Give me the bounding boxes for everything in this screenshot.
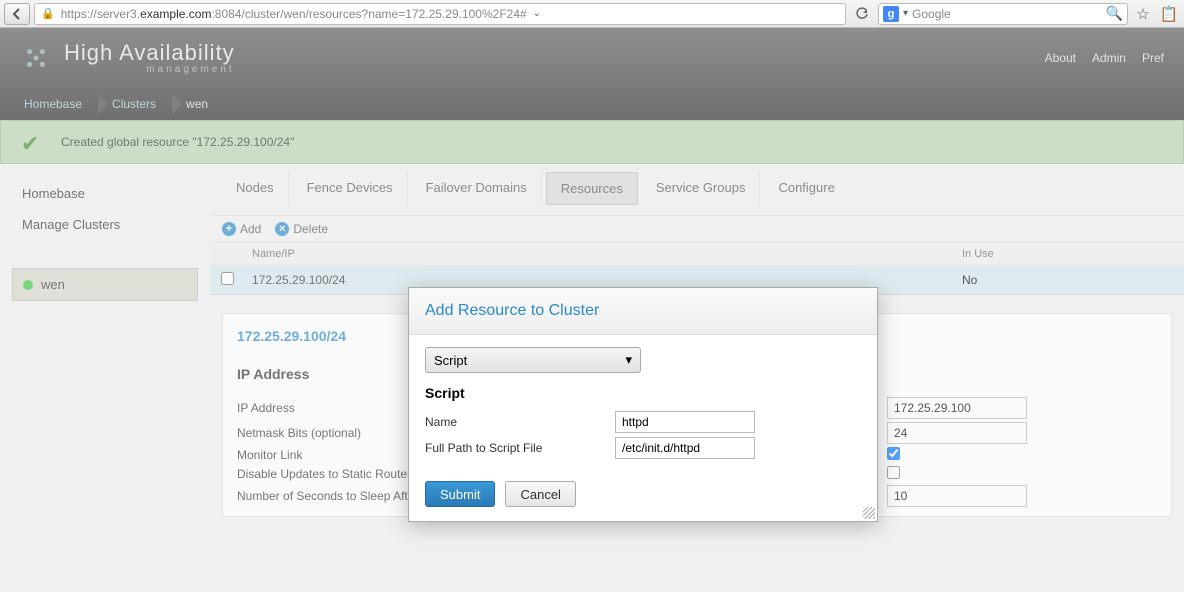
bookmark-icon[interactable]: ☆ xyxy=(1132,3,1154,25)
app-root: High Availability management About Admin… xyxy=(0,28,1184,592)
col-checkbox xyxy=(210,243,244,265)
google-badge-icon: g xyxy=(883,6,899,22)
crumb-current[interactable]: wen xyxy=(174,88,226,120)
x-icon: × xyxy=(275,222,289,236)
status-dot-icon xyxy=(23,280,33,290)
notice-bar: ✔ Created global resource "172.25.29.100… xyxy=(0,120,1184,164)
search-placeholder: Google xyxy=(912,7,1102,21)
input-script-path[interactable] xyxy=(615,437,755,459)
add-label: Add xyxy=(240,222,261,236)
col-inuse[interactable]: In Use xyxy=(954,243,1184,265)
resource-table-header: Name/IP In Use xyxy=(210,242,1184,266)
crumb-clusters[interactable]: Clusters xyxy=(100,88,174,120)
url-bar[interactable]: 🔒 https://server3.example.com:8084/clust… xyxy=(34,3,846,25)
url-suffix: :8084/cluster/wen/resources?name=172.25.… xyxy=(211,7,526,21)
chevron-down-icon[interactable]: ⌄ xyxy=(533,8,541,19)
sidebar-item-cluster-selected[interactable]: wen xyxy=(12,268,198,301)
header-links: About Admin Pref xyxy=(1045,51,1164,65)
checkbox-disable[interactable] xyxy=(887,466,900,479)
app-title: High Availability xyxy=(64,42,235,64)
arrow-left-icon xyxy=(10,7,24,21)
resource-toolbar: + Add × Delete xyxy=(210,216,1184,242)
lock-icon: 🔒 xyxy=(41,7,55,20)
check-icon: ✔ xyxy=(21,131,49,153)
resize-grip[interactable] xyxy=(863,507,875,519)
clipboard-icon[interactable]: 📋 xyxy=(1158,3,1180,25)
label-script-name: Name xyxy=(425,415,615,429)
url-prefix: https://server3. xyxy=(61,7,140,21)
header-link-about[interactable]: About xyxy=(1045,51,1076,65)
modal-footer: Submit Cancel xyxy=(409,471,877,521)
add-button[interactable]: + Add xyxy=(222,222,261,236)
breadcrumb: Homebase Clusters wen xyxy=(0,88,1184,120)
input-ip[interactable] xyxy=(887,397,1027,419)
chevron-down-icon[interactable]: ▾ xyxy=(903,8,908,19)
tab-resources[interactable]: Resources xyxy=(546,172,638,205)
row-checkbox[interactable] xyxy=(221,272,234,285)
sidebar: Homebase Manage Clusters wen xyxy=(0,164,210,535)
header-link-pref[interactable]: Pref xyxy=(1142,51,1164,65)
plus-icon: + xyxy=(222,222,236,236)
cancel-button[interactable]: Cancel xyxy=(505,481,575,507)
logo-icon xyxy=(20,42,52,74)
sidebar-item-manage-clusters[interactable]: Manage Clusters xyxy=(12,209,198,240)
brand: High Availability management xyxy=(64,42,235,75)
row-checkbox-cell xyxy=(210,266,244,294)
modal-title: Add Resource to Cluster xyxy=(409,288,877,335)
tab-service-groups[interactable]: Service Groups xyxy=(642,172,761,205)
delete-label: Delete xyxy=(293,222,328,236)
checkbox-monitor[interactable] xyxy=(887,447,900,460)
add-resource-modal: Add Resource to Cluster Script ▾ Script … xyxy=(408,287,878,522)
input-sleep[interactable] xyxy=(887,485,1027,507)
resource-type-select[interactable]: Script ▾ xyxy=(425,347,641,373)
url-host: example.com xyxy=(140,7,211,21)
submit-label: Submit xyxy=(440,487,480,502)
row-inuse: No xyxy=(954,267,1184,293)
reload-button[interactable] xyxy=(850,3,874,25)
submit-button[interactable]: Submit xyxy=(425,481,495,507)
app-header: High Availability management About Admin… xyxy=(0,28,1184,88)
modal-body: Script ▾ Script Name Full Path to Script… xyxy=(409,335,877,471)
input-script-name[interactable] xyxy=(615,411,755,433)
browser-search-box[interactable]: g ▾ Google 🔍 xyxy=(878,3,1128,25)
reload-icon xyxy=(855,7,869,21)
tabs: Nodes Fence Devices Failover Domains Res… xyxy=(210,172,1184,216)
header-link-admin[interactable]: Admin xyxy=(1092,51,1126,65)
sidebar-item-homebase[interactable]: Homebase xyxy=(12,178,198,209)
sidebar-item-label: wen xyxy=(41,277,65,292)
crumb-homebase[interactable]: Homebase xyxy=(12,88,100,120)
browser-back-button[interactable] xyxy=(4,3,30,25)
cancel-label: Cancel xyxy=(520,487,560,502)
delete-button[interactable]: × Delete xyxy=(275,222,328,236)
input-mask[interactable] xyxy=(887,422,1027,444)
select-value: Script xyxy=(434,353,467,368)
chevron-down-icon: ▾ xyxy=(625,352,632,368)
browser-toolbar: 🔒 https://server3.example.com:8084/clust… xyxy=(0,0,1184,28)
url-text: https://server3.example.com:8084/cluster… xyxy=(61,7,527,21)
search-icon[interactable]: 🔍 xyxy=(1106,5,1123,22)
notice-text: Created global resource "172.25.29.100/2… xyxy=(61,135,294,149)
tab-failover-domains[interactable]: Failover Domains xyxy=(412,172,542,205)
app-subtitle: management xyxy=(64,64,235,75)
tab-nodes[interactable]: Nodes xyxy=(222,172,289,205)
tab-configure[interactable]: Configure xyxy=(764,172,848,205)
modal-section: Script xyxy=(425,385,861,401)
label-script-path: Full Path to Script File xyxy=(425,441,615,455)
col-name[interactable]: Name/IP xyxy=(244,243,954,265)
tab-fence-devices[interactable]: Fence Devices xyxy=(293,172,408,205)
